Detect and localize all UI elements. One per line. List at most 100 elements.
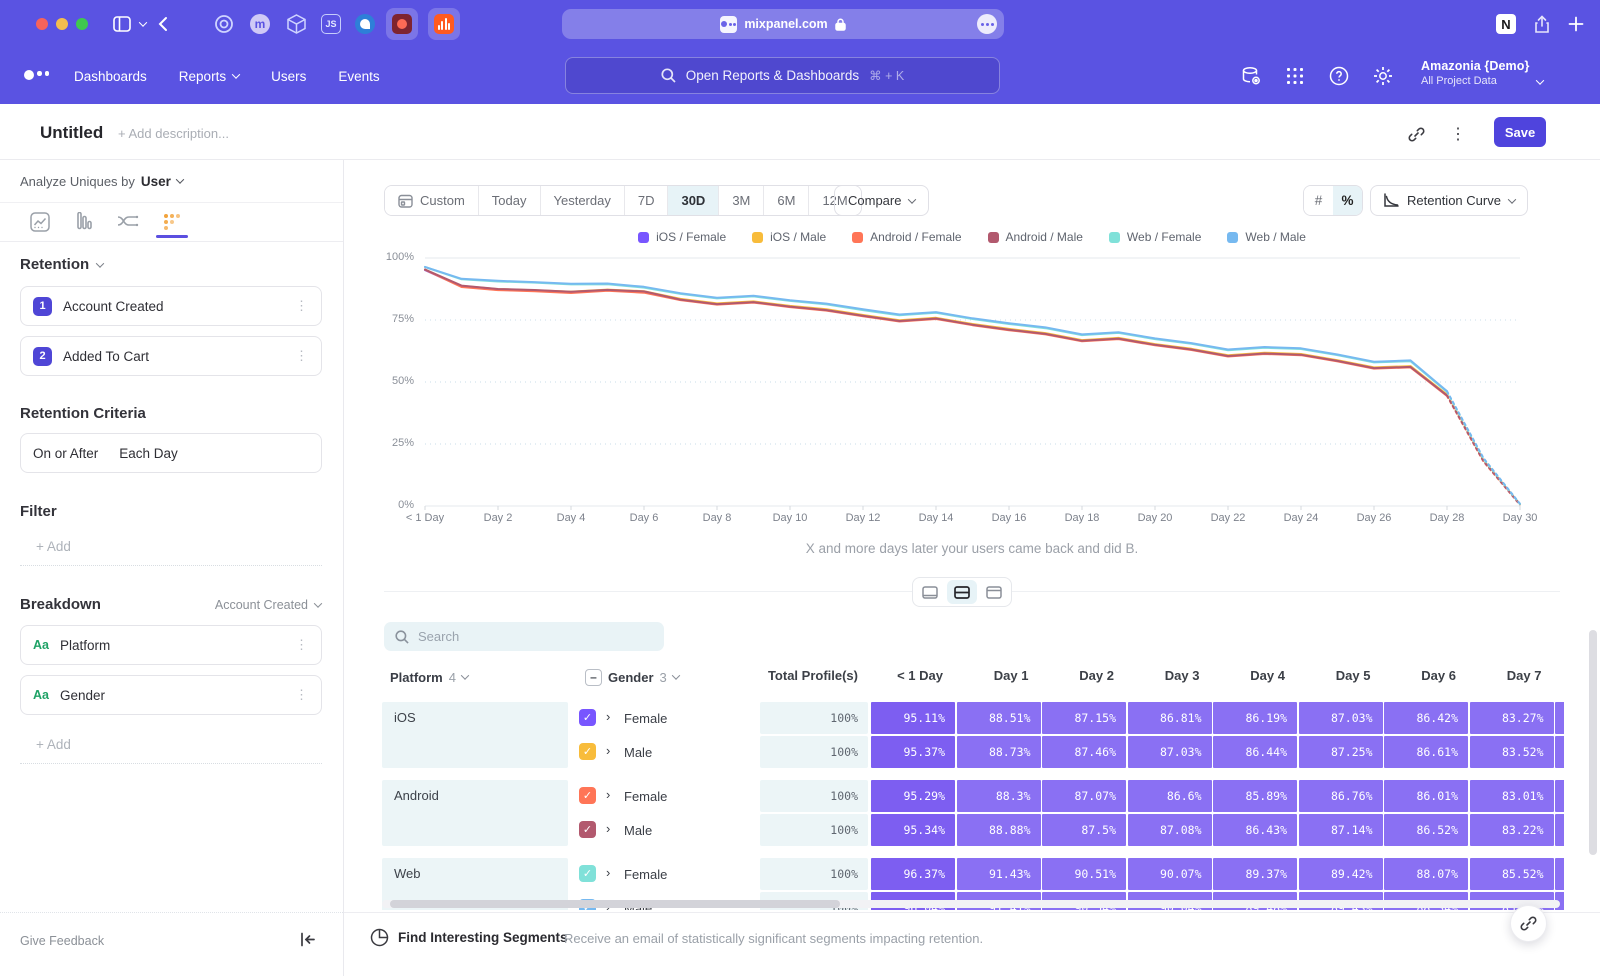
tab-avatar-icon[interactable]: m bbox=[248, 12, 272, 36]
breakdown-card[interactable]: AaPlatform⋮ bbox=[20, 625, 322, 665]
breakdown-card[interactable]: AaGender⋮ bbox=[20, 675, 322, 715]
more-options-icon[interactable]: ⋮ bbox=[295, 637, 309, 653]
retention-cell[interactable] bbox=[1555, 702, 1564, 734]
breakdown-event-selector[interactable]: Account Created bbox=[215, 598, 321, 612]
tab-globe-icon[interactable] bbox=[352, 12, 378, 36]
platform-column-header[interactable]: Platform 4 bbox=[390, 666, 468, 688]
format-percent-button[interactable]: % bbox=[1333, 186, 1362, 215]
retention-cell[interactable]: 88.51% bbox=[957, 702, 1041, 734]
criteria-each-day[interactable]: Each Day bbox=[119, 446, 178, 461]
retention-cell[interactable]: 95.37% bbox=[871, 736, 955, 768]
retention-cell[interactable]: 90.07% bbox=[1128, 858, 1212, 890]
apps-grid-icon[interactable] bbox=[1284, 65, 1306, 87]
retention-cell[interactable]: 88.3% bbox=[957, 780, 1041, 812]
retention-cell[interactable]: 87.03% bbox=[1299, 702, 1383, 734]
project-switcher[interactable]: Amazonia {Demo} All Project Data bbox=[1421, 59, 1529, 87]
global-search[interactable]: Open Reports & Dashboards ⌘ + K bbox=[565, 57, 1000, 94]
series-line[interactable] bbox=[425, 267, 1447, 391]
series-line[interactable] bbox=[425, 270, 1447, 396]
retention-cell[interactable]: 89.42% bbox=[1299, 858, 1383, 890]
data-management-icon[interactable] bbox=[1240, 65, 1262, 87]
nav-link-reports[interactable]: Reports bbox=[179, 69, 239, 84]
legend-item[interactable]: Android / Male bbox=[988, 230, 1083, 244]
retention-cell[interactable]: 86.42% bbox=[1384, 702, 1468, 734]
notion-extension-icon[interactable]: N bbox=[1494, 12, 1518, 36]
retention-cell[interactable]: 89.37% bbox=[1213, 858, 1297, 890]
tab-target-icon[interactable] bbox=[212, 12, 236, 36]
share-icon[interactable] bbox=[1530, 12, 1554, 36]
retention-cell[interactable]: 90.51% bbox=[1042, 858, 1126, 890]
retention-cell[interactable]: 86.01% bbox=[1384, 780, 1468, 812]
report-title[interactable]: Untitled bbox=[40, 123, 103, 143]
mixpanel-logo[interactable] bbox=[24, 70, 49, 80]
retention-cell[interactable]: 87.07% bbox=[1042, 780, 1126, 812]
retention-cell[interactable]: 95.34% bbox=[871, 814, 955, 846]
retention-cell[interactable]: 87.03% bbox=[1128, 736, 1212, 768]
chevron-down-icon[interactable] bbox=[136, 12, 150, 36]
collapse-sidebar-icon[interactable] bbox=[300, 932, 316, 947]
row-checkbox[interactable]: ✓ bbox=[579, 821, 596, 838]
compare-button[interactable]: Compare bbox=[834, 185, 929, 216]
retention-cell[interactable]: 87.5% bbox=[1042, 814, 1126, 846]
nav-link-dashboards[interactable]: Dashboards bbox=[74, 69, 147, 84]
retention-cell[interactable]: 86.19% bbox=[1213, 702, 1297, 734]
back-icon[interactable] bbox=[154, 12, 172, 36]
range-custom-button[interactable]: Custom bbox=[385, 186, 479, 215]
criteria-on-or-after[interactable]: On or After bbox=[33, 446, 98, 461]
retention-cell[interactable] bbox=[1555, 736, 1564, 768]
range-yesterday-button[interactable]: Yesterday bbox=[541, 186, 625, 215]
retention-cell[interactable]: 88.07% bbox=[1384, 858, 1468, 890]
retention-cell[interactable]: 91.43% bbox=[957, 858, 1041, 890]
row-checkbox[interactable]: ✓ bbox=[579, 865, 596, 882]
retention-cell[interactable] bbox=[1555, 780, 1564, 812]
criteria-card[interactable]: On or After Each Day bbox=[20, 433, 322, 473]
layout-table-only-button[interactable] bbox=[979, 580, 1009, 604]
chevron-right-icon[interactable]: › bbox=[606, 821, 610, 836]
share-link-fab[interactable] bbox=[1510, 905, 1547, 942]
breakdown-add-button[interactable]: + Add bbox=[20, 726, 322, 764]
chevron-right-icon[interactable]: › bbox=[606, 743, 610, 758]
retention-cell[interactable]: 85.52% bbox=[1470, 858, 1554, 890]
retention-cell[interactable]: 83.22% bbox=[1470, 814, 1554, 846]
legend-item[interactable]: Web / Female bbox=[1109, 230, 1201, 244]
retention-cell[interactable]: 87.15% bbox=[1042, 702, 1126, 734]
series-line[interactable] bbox=[1447, 395, 1520, 505]
retention-step-card[interactable]: 1Account Created⋮ bbox=[20, 286, 322, 326]
retention-cell[interactable]: 86.6% bbox=[1128, 780, 1212, 812]
series-line[interactable] bbox=[1447, 391, 1520, 504]
chevron-down-icon[interactable] bbox=[176, 175, 184, 183]
window-zoom-button[interactable] bbox=[76, 18, 88, 30]
more-options-icon[interactable]: ⋮ bbox=[295, 687, 309, 703]
retention-cell[interactable]: 87.14% bbox=[1299, 814, 1383, 846]
range-3m-button[interactable]: 3M bbox=[719, 186, 764, 215]
retention-cell[interactable]: 87.46% bbox=[1042, 736, 1126, 768]
legend-item[interactable]: Android / Female bbox=[852, 230, 961, 244]
range-6m-button[interactable]: 6M bbox=[764, 186, 809, 215]
range-7d-button[interactable]: 7D bbox=[625, 186, 669, 215]
more-options-icon[interactable]: ⋮ bbox=[1447, 123, 1469, 145]
chevron-right-icon[interactable]: › bbox=[606, 865, 610, 880]
sidebar-toggle-icon[interactable] bbox=[110, 12, 134, 36]
retention-chart[interactable] bbox=[420, 254, 1524, 510]
series-line[interactable] bbox=[425, 270, 1447, 395]
window-minimize-button[interactable] bbox=[56, 18, 68, 30]
select-all-checkbox[interactable]: – bbox=[585, 669, 602, 686]
row-checkbox[interactable]: ✓ bbox=[579, 709, 596, 726]
retention-cell[interactable]: 83.27% bbox=[1470, 702, 1554, 734]
more-options-icon[interactable]: ⋮ bbox=[295, 348, 309, 364]
report-description-placeholder[interactable]: + Add description... bbox=[118, 126, 229, 141]
nav-link-events[interactable]: Events bbox=[338, 69, 379, 84]
table-search-input[interactable] bbox=[418, 629, 638, 644]
find-segments-link[interactable]: Find Interesting Segments bbox=[398, 930, 568, 945]
series-line[interactable] bbox=[1447, 392, 1520, 504]
retention-cell[interactable]: 86.76% bbox=[1299, 780, 1383, 812]
series-line[interactable] bbox=[425, 270, 1447, 396]
help-icon[interactable] bbox=[1328, 65, 1350, 87]
row-checkbox[interactable]: ✓ bbox=[579, 787, 596, 804]
retention-cell[interactable]: 86.61% bbox=[1384, 736, 1468, 768]
legend-item[interactable]: iOS / Male bbox=[752, 230, 826, 244]
retention-cell[interactable]: 86.43% bbox=[1213, 814, 1297, 846]
retention-cell[interactable] bbox=[1555, 858, 1564, 890]
chevron-right-icon[interactable]: › bbox=[606, 709, 610, 724]
retention-cell[interactable]: 95.29% bbox=[871, 780, 955, 812]
